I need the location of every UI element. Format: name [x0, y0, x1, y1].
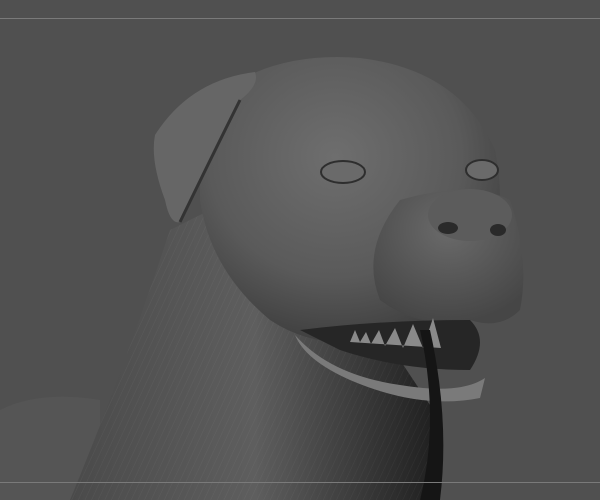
- eye-left: [320, 160, 366, 184]
- 3d-viewport[interactable]: [0, 0, 600, 500]
- eye-right: [465, 159, 499, 181]
- viewport-top-guide-line: [0, 18, 600, 19]
- viewport-bottom-guide-line: [0, 482, 600, 483]
- dog-sculpt-render: [0, 57, 524, 500]
